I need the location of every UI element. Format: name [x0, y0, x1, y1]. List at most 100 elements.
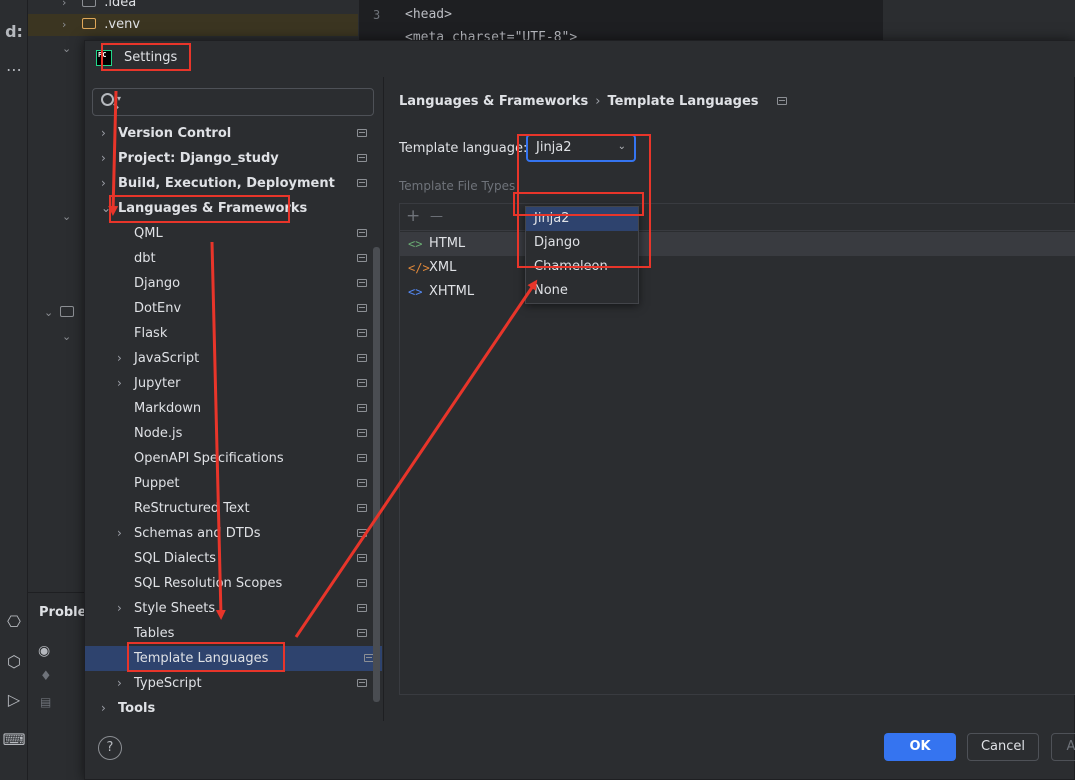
search-input[interactable]: [127, 92, 367, 112]
project-scope-icon: [357, 604, 367, 612]
python-packages-icon[interactable]: ⬡: [0, 652, 28, 671]
remove-icon[interactable]: —: [430, 209, 443, 224]
tree-item-openapi-specifications[interactable]: OpenAPI Specifications: [85, 446, 375, 471]
chevron-right-icon[interactable]: ›: [101, 121, 106, 146]
apply-button[interactable]: A: [1051, 733, 1075, 761]
tree-scrollbar[interactable]: [373, 247, 380, 702]
tree-item-schemas-and-dtds[interactable]: › Schemas and DTDs: [85, 521, 375, 546]
dropdown-option-chameleon[interactable]: Chameleon: [526, 255, 638, 279]
tree-item-sql-dialects[interactable]: SQL Dialects: [85, 546, 375, 571]
chevron-right-icon[interactable]: ›: [117, 346, 122, 371]
dropdown-option-django[interactable]: Django: [526, 231, 638, 255]
chevron-right-icon[interactable]: ›: [117, 521, 122, 546]
services-icon[interactable]: ▷: [0, 690, 28, 709]
tree-item-label: Jupyter: [134, 376, 181, 391]
tree-item-build-execution-deployment[interactable]: › Build, Execution, Deployment: [85, 171, 375, 196]
dropdown-option-none[interactable]: None: [526, 279, 638, 303]
project-scope-icon: [357, 629, 367, 637]
tree-item-label: Flask: [134, 326, 168, 341]
tree-item-label: SQL Dialects: [134, 551, 217, 566]
project-scope-icon: [776, 97, 787, 105]
tree-item-tools[interactable]: › Tools: [85, 696, 375, 721]
tree-item-flask[interactable]: Flask: [85, 321, 375, 346]
template-language-select[interactable]: Jinja2 ⌄: [526, 134, 636, 162]
tree-item-node-js[interactable]: Node.js: [85, 421, 375, 446]
project-scope-icon: [357, 454, 367, 462]
file-type-row[interactable]: </> XML: [400, 256, 1075, 280]
folder-icon: [82, 0, 97, 7]
collapsed-row[interactable]: ⌄: [62, 326, 78, 348]
collapsed-row[interactable]: ⌄: [62, 206, 78, 228]
tree-item-puppet[interactable]: Puppet: [85, 471, 375, 496]
html-file-icon: <>: [408, 237, 423, 251]
settings-search[interactable]: ▾: [92, 88, 374, 116]
problems-panel: Probler ◉ ♦ ▤: [28, 592, 93, 780]
breadcrumb-parent[interactable]: Languages & Frameworks: [399, 94, 588, 109]
logo-icon: d:: [5, 22, 23, 41]
tree-item-label: Schemas and DTDs: [134, 526, 261, 541]
chevron-right-icon[interactable]: ›: [101, 171, 106, 196]
settings-dialog: PC Settings ▾ › Version Control › Project: …: [84, 40, 1075, 780]
ok-button[interactable]: OK: [884, 733, 956, 761]
tree-item-dbt[interactable]: dbt: [85, 246, 375, 271]
project-scope-icon: [357, 354, 367, 362]
bulb-icon[interactable]: ♦: [40, 669, 52, 684]
cancel-button[interactable]: Cancel: [967, 733, 1039, 761]
chevron-right-icon[interactable]: ›: [117, 596, 122, 621]
tree-item-label: ReStructured Text: [134, 501, 250, 516]
search-history-icon[interactable]: ▾: [117, 94, 121, 103]
chevron-down-icon: ⌄: [617, 141, 626, 152]
template-file-types-table: + — <> HTML </> XML <> XHTML: [399, 203, 1075, 695]
tree-item-project-django-study[interactable]: › Project: Django_study: [85, 146, 375, 171]
collapsed-row[interactable]: ⌄: [62, 38, 78, 60]
eye-icon[interactable]: ◉: [38, 643, 50, 659]
tree-item-style-sheets[interactable]: › Style Sheets: [85, 596, 375, 621]
dropdown-option-jinja2[interactable]: Jinja2: [526, 207, 638, 231]
project-scope-icon: [357, 154, 367, 162]
tree-item-label: Version Control: [118, 126, 232, 141]
tree-item-template-languages[interactable]: Template Languages: [85, 646, 382, 671]
project-tree-row[interactable]: › .idea: [62, 0, 136, 14]
project-scope-icon: [357, 504, 367, 512]
chevron-right-icon[interactable]: ›: [101, 696, 106, 721]
tree-item-typescript[interactable]: › TypeScript: [85, 671, 375, 696]
tree-item-qml[interactable]: QML: [85, 221, 375, 246]
file-type-row[interactable]: <> XHTML: [400, 280, 1075, 304]
chevron-right-icon[interactable]: ›: [101, 146, 106, 171]
list-icon[interactable]: ▤: [40, 695, 51, 709]
tree-item-languages-frameworks[interactable]: ⌄ Languages & Frameworks: [85, 196, 375, 221]
tree-item-tables[interactable]: Tables: [85, 621, 375, 646]
project-scope-icon: [357, 329, 367, 337]
tree-item-javascript[interactable]: › JavaScript: [85, 346, 375, 371]
file-type-row[interactable]: <> HTML: [400, 232, 1075, 256]
tree-item-label: Django: [134, 276, 181, 291]
tree-item-sql-resolution-scopes[interactable]: SQL Resolution Scopes: [85, 571, 375, 596]
python-console-icon[interactable]: ⎔: [0, 612, 28, 631]
tree-item-label: OpenAPI Specifications: [134, 451, 284, 466]
project-scope-icon: [357, 129, 367, 137]
chevron-right-icon[interactable]: ›: [117, 671, 122, 696]
chevron-down-icon[interactable]: ⌄: [101, 196, 111, 221]
project-scope-icon: [357, 479, 367, 487]
help-button[interactable]: ?: [98, 736, 122, 760]
tree-item-label: Style Sheets: [134, 601, 216, 616]
terminal-icon[interactable]: ⌨: [0, 730, 28, 749]
tree-item-dotenv[interactable]: DotEnv: [85, 296, 375, 321]
project-scope-icon: [357, 404, 367, 412]
project-tree-row[interactable]: › .venv: [28, 14, 358, 36]
tree-item-restructured-text[interactable]: ReStructured Text: [85, 496, 375, 521]
tree-item-label: Tools: [118, 701, 156, 716]
tree-item-label: JavaScript: [134, 351, 200, 366]
chevron-right-icon[interactable]: ›: [117, 371, 122, 396]
collapsed-row[interactable]: ⌄: [44, 302, 78, 324]
tree-item-label: SQL Resolution Scopes: [134, 576, 283, 591]
tree-item-jupyter[interactable]: › Jupyter: [85, 371, 375, 396]
dialog-title: Settings: [124, 50, 178, 65]
more-icon[interactable]: ⋯: [0, 60, 28, 79]
project-scope-icon: [357, 579, 367, 587]
tree-item-django[interactable]: Django: [85, 271, 375, 296]
template-language-label: Template language:: [399, 141, 528, 156]
tree-item-markdown[interactable]: Markdown: [85, 396, 375, 421]
add-icon[interactable]: +: [406, 206, 420, 226]
tree-item-version-control[interactable]: › Version Control: [85, 121, 375, 146]
